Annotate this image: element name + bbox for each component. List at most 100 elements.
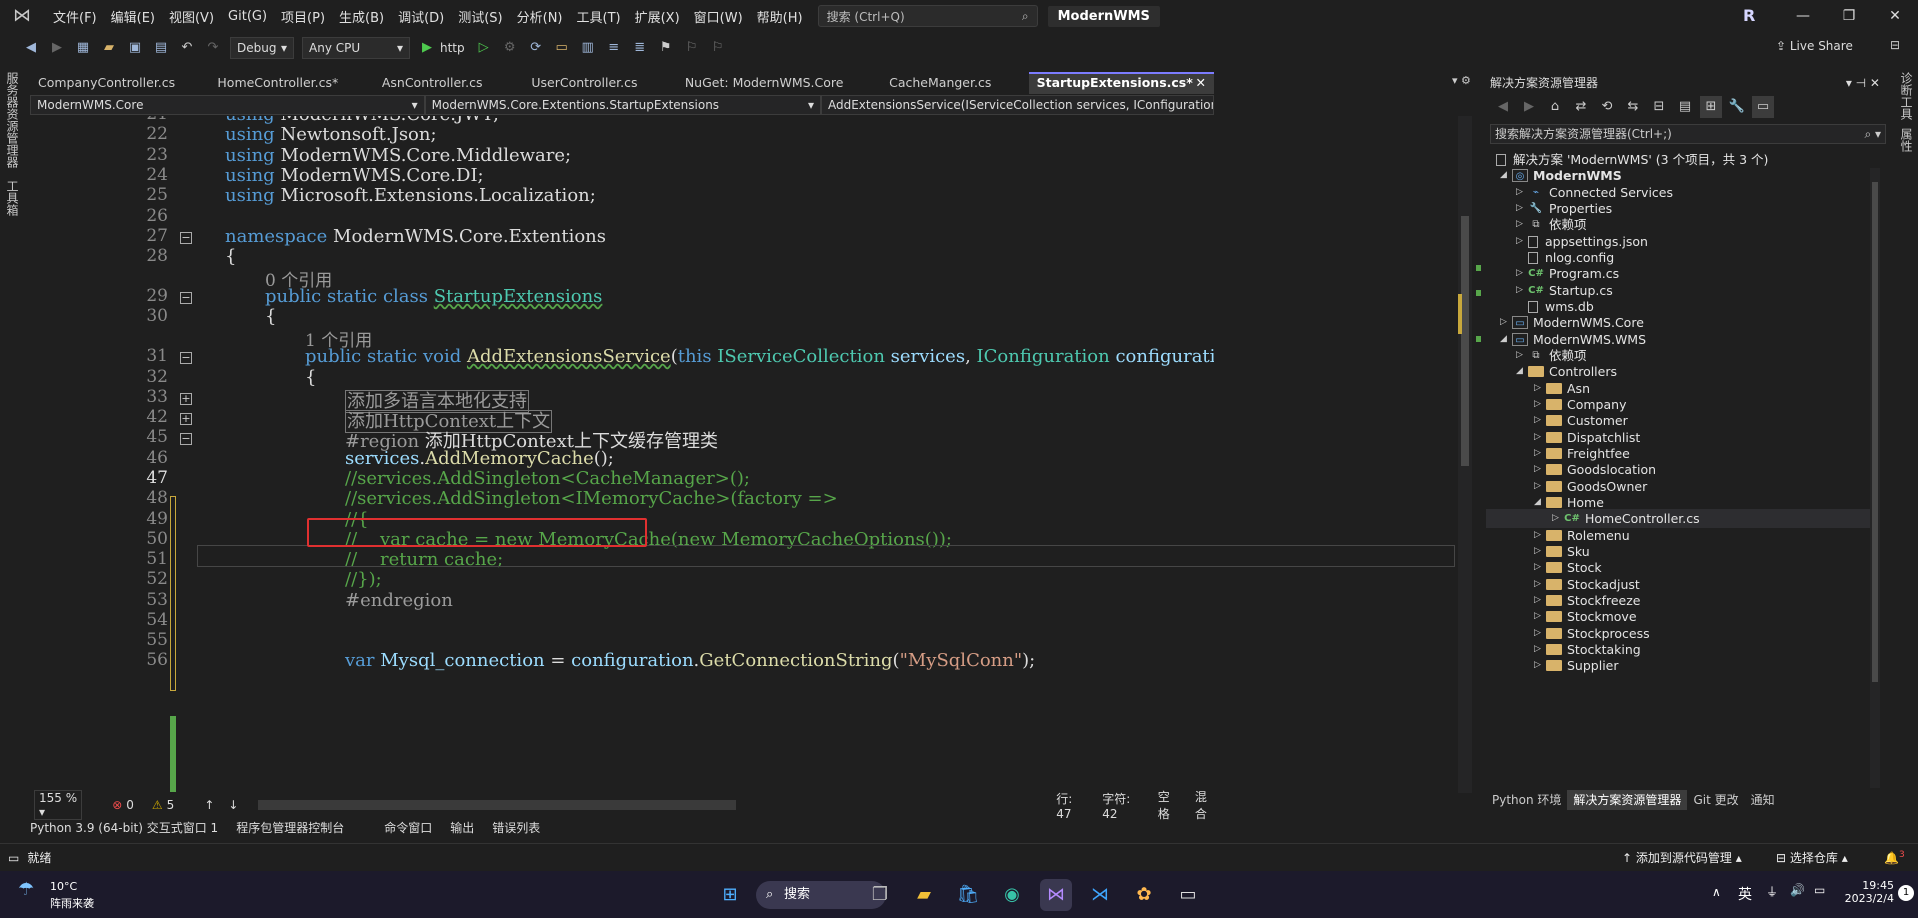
add-source-control-button[interactable]: ↑ 添加到源代码管理 ▴ — [1622, 849, 1742, 866]
notification-badge[interactable]: 1 — [1898, 885, 1914, 901]
class-nav-dropdown[interactable]: ModernWMS.Core.Extentions.StartupExtensi… — [424, 95, 821, 115]
toolbox-tab[interactable]: 工具箱 — [4, 180, 21, 216]
arrow-up-icon[interactable]: ↑ — [204, 798, 214, 812]
arrow-down-icon[interactable]: ↓ — [228, 798, 238, 812]
ime-indicator[interactable]: 英 — [1738, 884, 1752, 904]
error-count[interactable]: 0 — [126, 798, 134, 812]
live-share-button[interactable]: ⇪ Live Share — [1776, 39, 1853, 53]
solution-config-dropdown[interactable]: Debug ▾ — [230, 37, 294, 59]
collapsed-arrow-icon[interactable]: ▷ — [1516, 281, 1528, 300]
bookmark-icon[interactable]: ⚑ — [655, 37, 677, 59]
comment-icon[interactable]: ≡ — [603, 37, 625, 59]
fold-toggle-icon[interactable]: − — [180, 433, 192, 445]
weather-desc[interactable]: 阵雨来袭 — [50, 895, 94, 911]
new-project-icon[interactable]: ▦ — [72, 37, 94, 59]
app-icon[interactable]: ✿ — [1128, 879, 1160, 911]
menu-view[interactable]: 视图(V) — [162, 7, 221, 26]
store-icon[interactable]: 🛍 — [952, 879, 984, 911]
properties-tab[interactable]: 属性 — [1898, 128, 1915, 152]
layout-icon[interactable]: ▥ — [577, 37, 599, 59]
file-explorer-icon[interactable]: ▰ — [908, 879, 940, 911]
back-icon[interactable]: ◀ — [20, 37, 42, 59]
windows-start-icon[interactable]: ⊞ — [714, 879, 746, 911]
server-explorer-tab[interactable]: 服务器资源管理器 — [4, 72, 21, 168]
start-without-debug-icon[interactable]: ▷ — [473, 37, 495, 59]
tab-home-controller[interactable]: HomeController.cs* — [209, 72, 373, 94]
refresh-icon[interactable]: ⟳ — [525, 37, 547, 59]
global-search-box[interactable]: 搜索 (Ctrl+Q) ⌕ — [817, 5, 1038, 27]
menu-build[interactable]: 生成(B) — [332, 7, 391, 26]
edge-icon[interactable]: ◉ — [996, 879, 1028, 911]
weather-temp[interactable]: 10°C — [50, 880, 77, 893]
menu-test[interactable]: 测试(S) — [451, 7, 509, 26]
code-editor[interactable]: 21 using ModernWMS.Core.JWT; 22 using Ne… — [30, 116, 1214, 793]
account-avatar[interactable]: R — [1743, 6, 1763, 26]
restore-icon[interactable]: ❐ — [1826, 0, 1872, 32]
tab-python-interactive[interactable]: Python 3.9 (64-bit) 交互式窗口 1 — [30, 819, 218, 836]
feedback-icon[interactable]: ⊟ — [1890, 38, 1900, 52]
start-debug-icon[interactable]: ▶ — [416, 37, 438, 59]
tab-solution-explorer[interactable]: 解决方案资源管理器 — [1567, 790, 1688, 810]
weather-icon[interactable]: ☂ — [18, 879, 34, 900]
horizontal-scrollbar[interactable] — [258, 800, 737, 810]
tab-nuget-core[interactable]: NuGet: ModernWMS.Core — [677, 72, 881, 94]
pin-close-icon[interactable]: ▾ ⊣ ✕ — [1846, 72, 1880, 94]
show-all-files-icon[interactable]: ▤ — [1674, 96, 1696, 118]
close-window-icon[interactable]: ✕ — [1872, 0, 1918, 32]
terminal-icon[interactable]: ▭ — [1172, 879, 1204, 911]
tab-startup-extensions[interactable]: StartupExtensions.cs* ✕ — [1028, 72, 1215, 94]
tab-notifications[interactable]: 通知 — [1745, 790, 1781, 810]
bookmark-prev-icon[interactable]: ⚐ — [681, 37, 703, 59]
vscode-icon[interactable]: ⋊ — [1084, 879, 1116, 911]
menu-extensions[interactable]: 扩展(X) — [628, 7, 687, 26]
browse-icon[interactable]: ▭ — [551, 37, 573, 59]
properties-icon[interactable]: 🔧 — [1726, 96, 1748, 118]
fold-toggle-icon[interactable]: − — [180, 232, 192, 244]
menu-window[interactable]: 窗口(W) — [687, 7, 750, 26]
select-repo-button[interactable]: ⊟ 选择仓库 ▴ — [1776, 849, 1848, 866]
save-icon[interactable]: ▣ — [124, 37, 146, 59]
collapsed-arrow-icon[interactable]: ▷ — [1516, 232, 1528, 251]
tab-package-manager-console[interactable]: 程序包管理器控制台 — [236, 819, 344, 836]
visual-studio-icon[interactable]: ⋈ — [1040, 879, 1072, 911]
expanded-arrow-icon[interactable]: ◢ — [1500, 330, 1512, 349]
redo-icon[interactable]: ↷ — [202, 37, 224, 59]
uncomment-icon[interactable]: ≣ — [629, 37, 651, 59]
tab-git-changes[interactable]: Git 更改 — [1687, 790, 1744, 810]
tab-user-controller[interactable]: UserController.cs — [523, 72, 676, 94]
scrollbar-thumb[interactable] — [1872, 182, 1878, 682]
expand-toggle-icon[interactable]: + — [180, 393, 192, 405]
expanded-arrow-icon[interactable]: ◢ — [1500, 166, 1512, 185]
volume-icon[interactable]: 🔊 — [1790, 883, 1805, 897]
close-tab-icon[interactable]: ✕ — [1196, 74, 1206, 94]
fold-toggle-icon[interactable]: − — [180, 292, 192, 304]
preview-icon[interactable]: ⊞ — [1700, 96, 1722, 118]
platform-dropdown[interactable]: Any CPU ▾ — [302, 37, 410, 59]
attach-icon[interactable]: ⚙ — [499, 37, 521, 59]
menu-edit[interactable]: 编辑(E) — [104, 7, 162, 26]
battery-icon[interactable]: ▭ — [1814, 883, 1825, 897]
tray-chevron-icon[interactable]: ∧ — [1712, 885, 1721, 899]
expand-toggle-icon[interactable]: + — [180, 413, 192, 425]
forward-icon[interactable]: ▶ — [1518, 96, 1540, 118]
member-nav-dropdown[interactable]: AddExtensionsService(IServiceCollection … — [820, 95, 1215, 115]
tab-asn-controller[interactable]: AsnController.cs — [374, 72, 524, 94]
fold-toggle-icon[interactable]: − — [180, 352, 192, 364]
switch-views-icon[interactable]: ⇄ — [1570, 96, 1592, 118]
tab-python-environments[interactable]: Python 环境 — [1486, 790, 1567, 810]
tab-output[interactable]: 输出 — [450, 819, 474, 836]
tab-cache-manger[interactable]: CacheManger.cs — [881, 72, 1029, 94]
task-view-icon[interactable]: ❐ — [864, 879, 896, 911]
collapse-all-icon[interactable]: ⊟ — [1648, 96, 1670, 118]
home-icon[interactable]: ⌂ — [1544, 96, 1566, 118]
menu-tools[interactable]: 工具(T) — [570, 7, 628, 26]
network-icon[interactable]: ⏚ — [1766, 883, 1778, 900]
open-folder-icon[interactable]: ▰ — [98, 37, 120, 59]
tab-command-window[interactable]: 命令窗口 — [384, 819, 432, 836]
tab-overflow-icon[interactable]: ▾ ⚙ — [1452, 74, 1471, 87]
scrollbar-thumb[interactable] — [1461, 216, 1469, 466]
save-all-icon[interactable]: ▤ — [150, 37, 172, 59]
diagnostic-tools-tab[interactable]: 诊断工具 — [1898, 72, 1915, 120]
clock[interactable]: 19:45 2023/2/4 — [1840, 879, 1894, 905]
back-icon[interactable]: ◀ — [1492, 96, 1514, 118]
